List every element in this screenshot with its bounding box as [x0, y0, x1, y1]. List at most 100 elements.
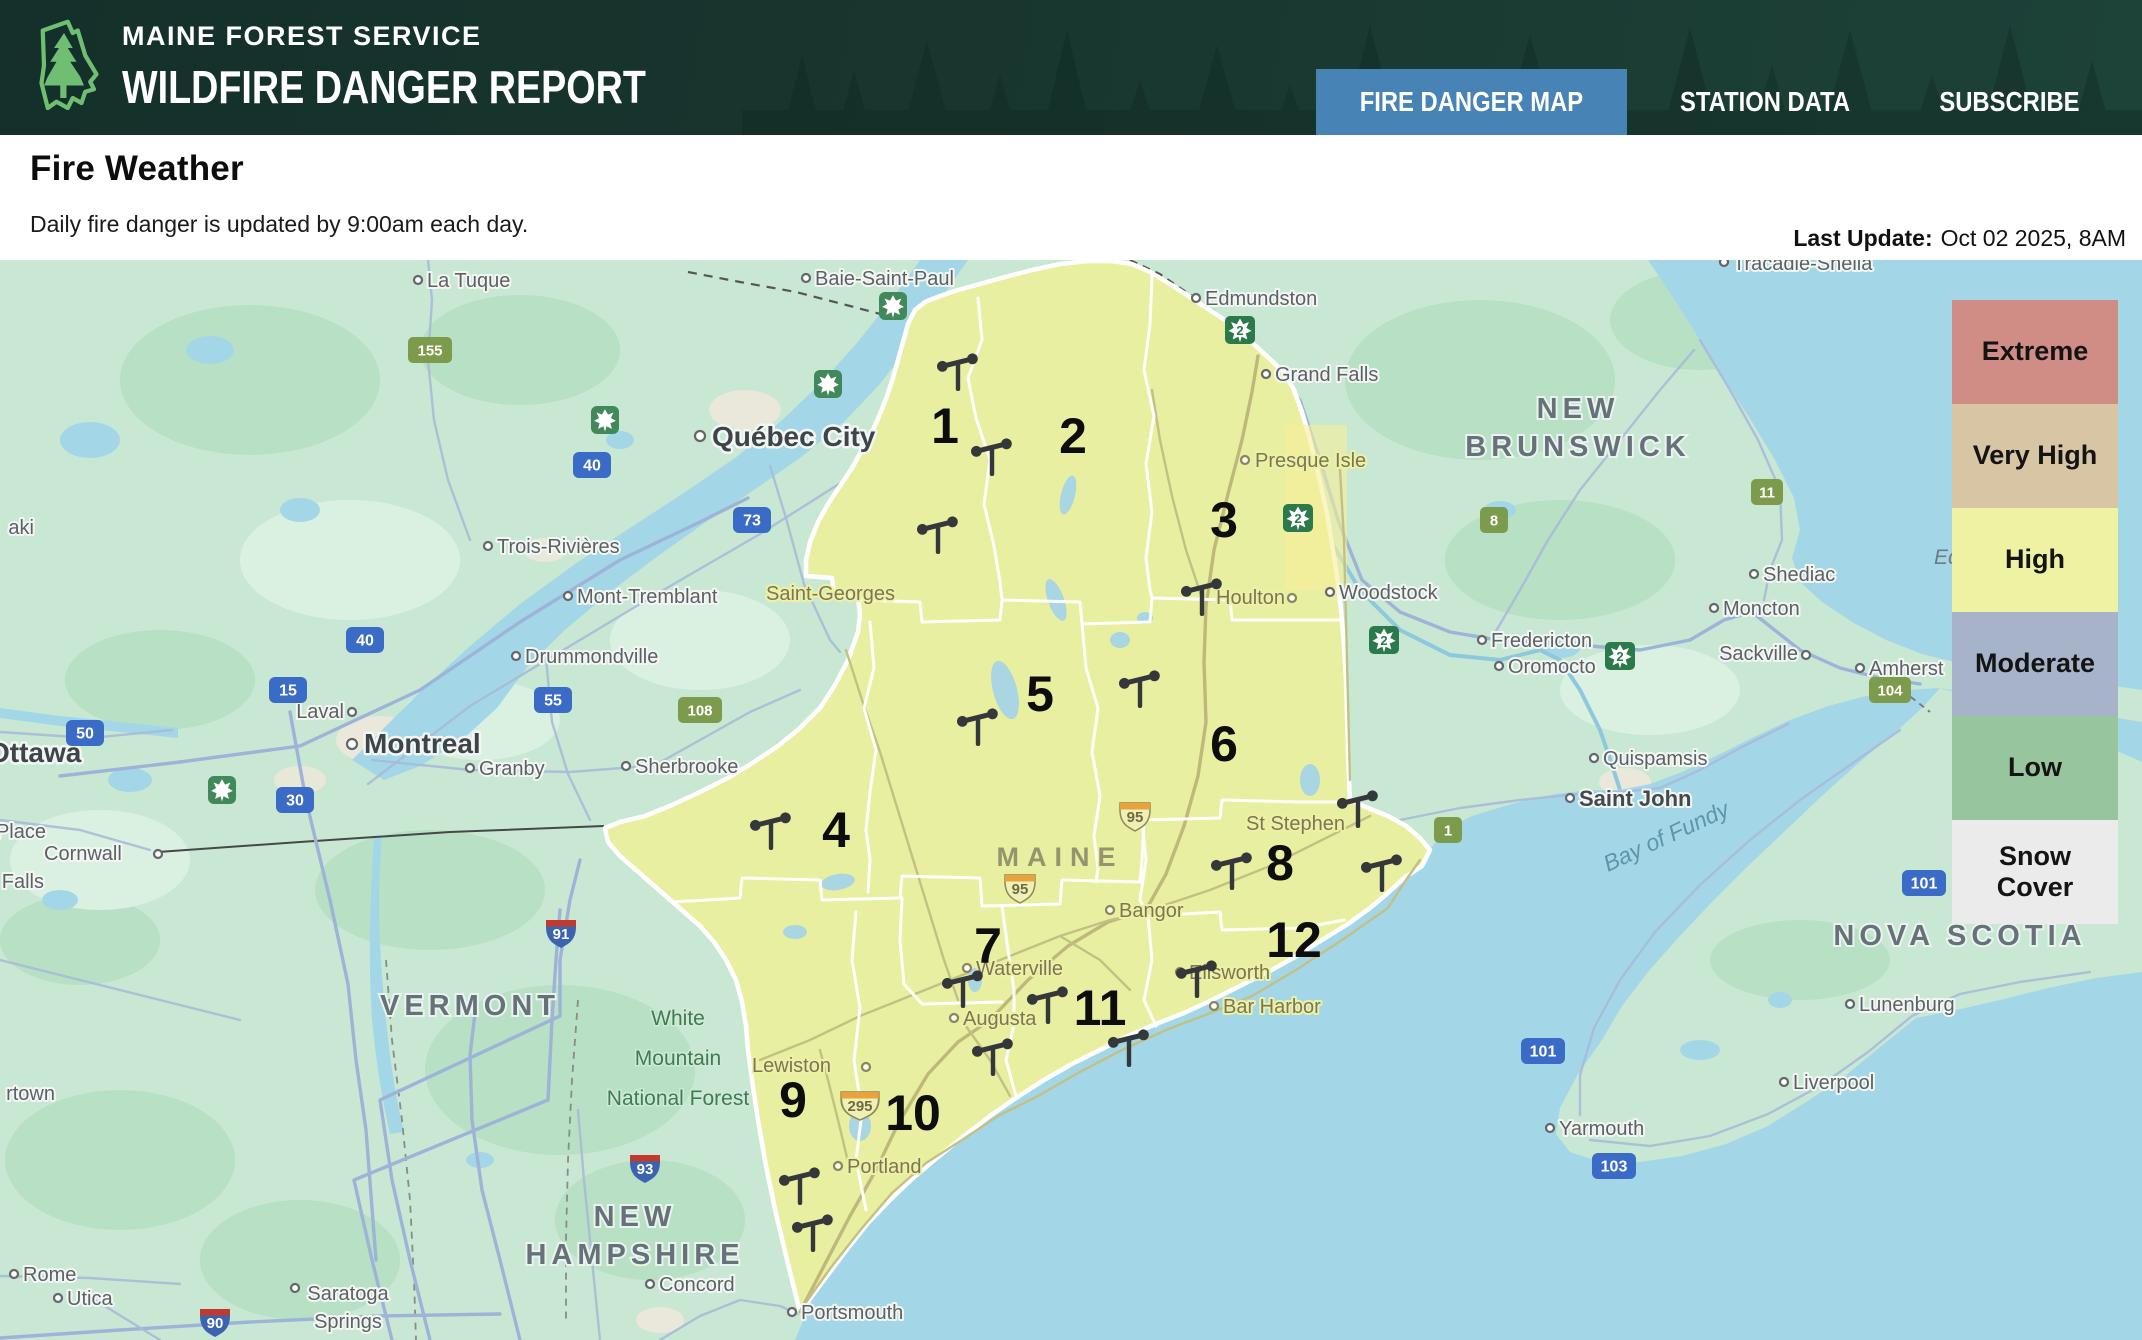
park-maple-icon [814, 370, 842, 398]
svg-text:104: 104 [1877, 683, 1903, 700]
nav-station-data[interactable]: STATION DATA [1641, 69, 1889, 135]
city-tracadie-sheila: Tracadie-Sheila [1733, 260, 1873, 275]
city-concord: Concord [659, 1274, 735, 1296]
city-amherst: Amherst [1869, 658, 1944, 680]
city-utica: Utica [67, 1288, 113, 1310]
park-maple-icon [208, 776, 236, 804]
region-nova-scotia: NOVA SCOTIA [1833, 920, 2086, 952]
nav-fire-danger-map[interactable]: FIRE DANGER MAP [1316, 69, 1627, 135]
park-maple-icon [591, 406, 619, 434]
region-new-brunswick-2: BRUNSWICK [1465, 431, 1690, 463]
map-canvas: La Tuque Baie-Saint-Paul Tracadie-Sheila… [0, 260, 2142, 1340]
city-shediac: Shediac [1763, 564, 1835, 586]
wildfire-danger-report-page: MAINE FOREST SERVICE WILDFIRE DANGER REP… [0, 0, 2142, 1340]
svg-text:40: 40 [356, 633, 374, 650]
route-shield-11: 11 [1751, 479, 1783, 505]
trans-canada-2-shield: 2 [1225, 316, 1255, 344]
trans-canada-2-shield: 2 [1605, 642, 1635, 670]
region-new-hampshire-2: HAMPSHIRE [525, 1239, 744, 1271]
city-quebec-city: Québec City [712, 421, 876, 452]
trans-canada-2-shield: 2 [1283, 504, 1313, 532]
route-shield-101: 101 [1902, 870, 1946, 896]
svg-text:2: 2 [1616, 649, 1623, 664]
city-augusta: Augusta [963, 1008, 1037, 1030]
route-shield-30: 30 [276, 787, 314, 813]
svg-text:101: 101 [1911, 876, 1938, 893]
page-title-main: WILDFIRE DANGER REPORT [122, 60, 646, 114]
city-woodstock: Woodstock [1339, 582, 1439, 604]
city-sherbrooke: Sherbrooke [635, 756, 738, 778]
city-rome: Rome [23, 1264, 76, 1286]
park-white-mountain-1: White [651, 1007, 705, 1030]
svg-text:95: 95 [1012, 881, 1029, 898]
svg-text:55: 55 [544, 693, 562, 710]
svg-text:101: 101 [1530, 1044, 1557, 1061]
zone-6-number: 6 [1210, 716, 1238, 772]
route-shield-108: 108 [678, 697, 722, 723]
svg-text:50: 50 [76, 726, 94, 743]
city-oromocto: Oromocto [1508, 656, 1596, 678]
nav-subscribe[interactable]: SUBSCRIBE [1903, 69, 2116, 135]
zone-10-number: 10 [885, 1085, 941, 1141]
fire-weather-bar: Fire Weather Daily fire danger is update… [0, 135, 2142, 260]
city-cornwall: Cornwall [44, 843, 122, 865]
svg-text:73: 73 [743, 513, 761, 530]
zone-5-number: 5 [1026, 666, 1054, 722]
svg-text:30: 30 [286, 793, 304, 810]
route-shield-40: 40 [346, 627, 384, 653]
app-titles: MAINE FOREST SERVICE WILDFIRE DANGER REP… [122, 21, 761, 114]
city-moncton: Moncton [1723, 598, 1800, 620]
park-maple-icon [879, 292, 907, 320]
city-lunenburg: Lunenburg [1859, 994, 1955, 1016]
city-la-tuque: La Tuque [427, 270, 510, 292]
route-shield-55: 55 [534, 687, 572, 713]
legend-extreme: Extreme [1952, 300, 2118, 404]
city-laval: Laval [296, 701, 344, 723]
route-shield-15: 15 [269, 677, 307, 703]
route-shield-101: 101 [1521, 1038, 1565, 1064]
app-header: MAINE FOREST SERVICE WILDFIRE DANGER REP… [0, 0, 2142, 135]
city-granby: Granby [479, 758, 545, 780]
region-maine: MAINE [997, 842, 1124, 872]
svg-text:40: 40 [583, 458, 601, 475]
svg-text:91: 91 [553, 926, 570, 943]
svg-text:1: 1 [1444, 823, 1452, 840]
city-presque-isle: Presque Isle [1255, 450, 1366, 472]
trans-canada-2-shield: 2 [1369, 626, 1399, 654]
zone-9-number: 9 [779, 1072, 807, 1128]
zone-4-number: 4 [822, 802, 850, 858]
section-title: Fire Weather [30, 149, 528, 189]
route-shield-8: 8 [1480, 507, 1508, 533]
city-ellsworth: Ellsworth [1189, 962, 1270, 984]
svg-text:8: 8 [1490, 513, 1498, 530]
update-note: Daily fire danger is updated by 9:00am e… [30, 211, 528, 238]
org-name: MAINE FOREST SERVICE [122, 21, 761, 52]
svg-text:295: 295 [847, 1098, 872, 1115]
danger-level-legend: Extreme Very High High Moderate Low Snow… [1952, 300, 2118, 924]
city-edmundston: Edmundston [1205, 288, 1317, 310]
legend-very-high: Very High [1952, 404, 2118, 508]
park-white-mountain-3: National Forest [607, 1087, 750, 1110]
region-vermont: VERMONT [380, 990, 560, 1022]
zone-1-number: 1 [931, 398, 959, 454]
svg-text:2: 2 [1380, 633, 1387, 648]
svg-text:155: 155 [417, 343, 442, 360]
fire-danger-map[interactable]: La Tuque Baie-Saint-Paul Tracadie-Sheila… [0, 260, 2142, 1340]
city-montreal: Montreal [364, 728, 481, 759]
city-sackville: Sackville [1719, 643, 1798, 665]
route-shield-155: 155 [408, 337, 452, 363]
city-saratoga-springs-2: Springs [314, 1311, 382, 1333]
park-white-mountain-2: Mountain [635, 1047, 721, 1070]
city-liverpool: Liverpool [1793, 1072, 1874, 1094]
route-shield-1: 1 [1434, 817, 1462, 843]
city-trois-rivieres: Trois-Rivières [497, 536, 620, 558]
maine-forest-service-logo [26, 18, 102, 118]
svg-text:15: 15 [279, 683, 297, 700]
svg-text:11: 11 [1759, 485, 1775, 502]
last-update-label: Last Update: [1793, 225, 1932, 251]
city-saint-georges: Saint-Georges [766, 583, 895, 605]
last-update: Last Update: Oct 02 2025, 8AM [1793, 225, 2126, 260]
last-update-value: Oct 02 2025, 8AM [1941, 225, 2126, 251]
legend-moderate: Moderate [1952, 612, 2118, 716]
city-drummondville: Drummondville [525, 646, 658, 668]
